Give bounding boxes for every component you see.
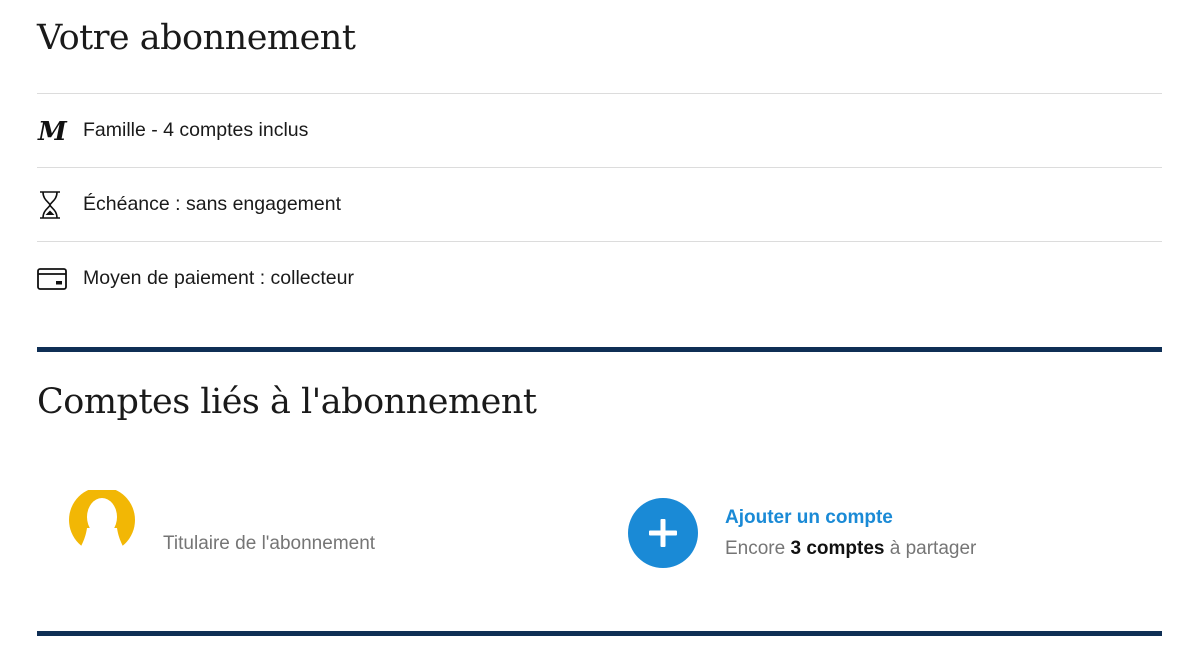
svg-text:M: M [37, 117, 68, 145]
owner-role: Titulaire de l'abonnement [163, 533, 376, 554]
linked-accounts-title: Comptes liés à l'abonnement [37, 382, 537, 422]
le-monde-logo-icon: M [37, 115, 69, 147]
add-account-button[interactable]: Ajouter un compte Encore 3 comptes à par… [628, 498, 976, 568]
section-divider [37, 347, 1162, 352]
plan-row: M Famille - 4 comptes inclus [37, 93, 1162, 167]
remaining-prefix: Encore [725, 537, 786, 559]
linked-accounts: Titulaire de l'abonnement Ajouter un com… [37, 487, 1162, 570]
plus-icon[interactable] [628, 498, 698, 568]
hourglass-icon [37, 189, 69, 221]
subscription-details-list: M Famille - 4 comptes inclus Échéance : … [37, 93, 1162, 315]
bottom-divider [37, 631, 1162, 636]
add-account-link[interactable]: Ajouter un compte [725, 507, 976, 529]
remaining-accounts: Encore 3 comptes à partager [725, 538, 976, 560]
remaining-suffix: à partager [889, 537, 977, 559]
owner-account: Titulaire de l'abonnement [67, 487, 375, 560]
remaining-count: 3 comptes [790, 537, 885, 559]
user-avatar-icon [67, 487, 137, 560]
payment-label: Moyen de paiement : collecteur [83, 267, 354, 289]
term-row: Échéance : sans engagement [37, 167, 1162, 241]
owner-info: Titulaire de l'abonnement [163, 495, 375, 555]
term-label: Échéance : sans engagement [83, 193, 342, 215]
plan-label: Famille - 4 comptes inclus [83, 119, 309, 141]
subscription-title: Votre abonnement [37, 18, 356, 58]
credit-card-icon [37, 263, 69, 295]
add-account-info: Ajouter un compte Encore 3 comptes à par… [725, 507, 976, 560]
payment-row: Moyen de paiement : collecteur [37, 241, 1162, 315]
